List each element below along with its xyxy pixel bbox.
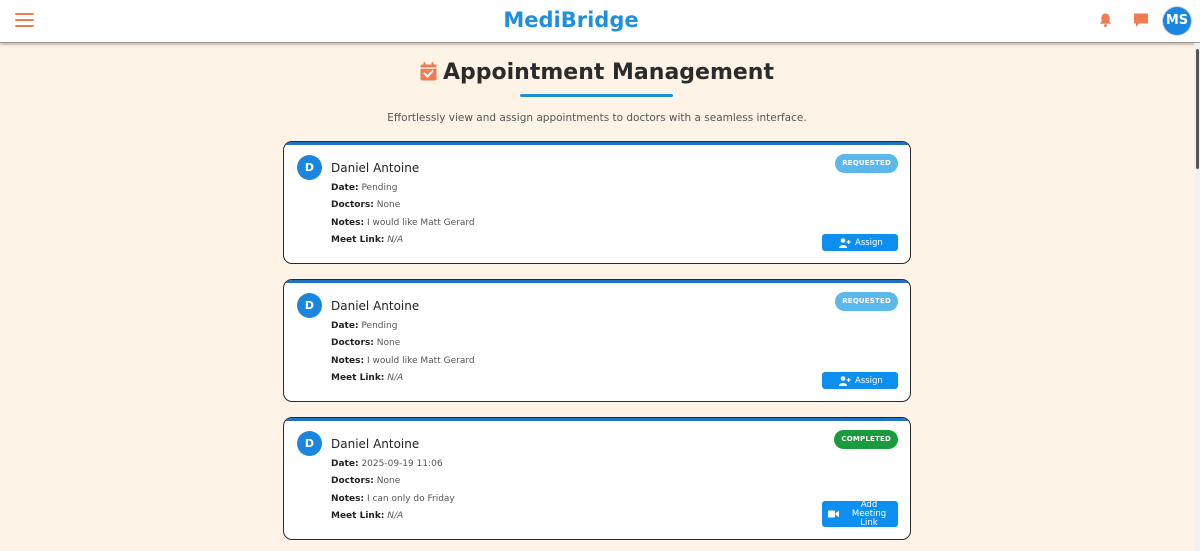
top-navbar: MediBridge MS: [0, 0, 1200, 43]
appointment-card: D Daniel Antoine REQUESTED Date: Pending…: [283, 141, 911, 264]
status-badge: REQUESTED: [835, 292, 898, 311]
user-plus-icon: [839, 375, 851, 386]
doctors-field: Doctors: None: [331, 338, 401, 348]
calendar-check-icon: [420, 62, 437, 81]
date-field: Date: 2025-09-19 11:06: [331, 459, 443, 469]
patient-name: Daniel Antoine: [331, 299, 420, 313]
bell-icon[interactable]: [1098, 12, 1113, 28]
meet-link-field: Meet Link: N/A: [331, 511, 404, 521]
user-plus-icon: [839, 237, 851, 248]
status-badge: COMPLETED: [834, 430, 898, 449]
patient-avatar: D: [297, 293, 322, 318]
appointment-card: D Daniel Antoine COMPLETED Date: 2025-09…: [283, 417, 911, 540]
assign-button[interactable]: Assign: [822, 234, 898, 251]
meet-link-field: Meet Link: N/A: [331, 373, 404, 383]
notes-field: Notes: I would like Matt Gerard: [331, 218, 475, 228]
patient-name: Daniel Antoine: [331, 437, 420, 451]
patient-name: Daniel Antoine: [331, 161, 420, 175]
patient-avatar: D: [297, 431, 322, 456]
page-header: Appointment Management: [0, 60, 1194, 85]
assign-button[interactable]: Assign: [822, 372, 898, 389]
date-field: Date: Pending: [331, 321, 398, 331]
add-meeting-link-button[interactable]: Add Meeting Link: [822, 499, 898, 528]
doctors-field: Doctors: None: [331, 200, 401, 210]
doctors-field: Doctors: None: [331, 476, 401, 486]
status-badge: REQUESTED: [835, 154, 898, 173]
video-camera-icon: [828, 510, 839, 518]
patient-avatar: D: [297, 155, 322, 180]
add-meeting-link-label-line1: Add Meeting: [851, 499, 887, 519]
date-field: Date: Pending: [331, 183, 398, 193]
page-scrollbar[interactable]: [1194, 43, 1200, 551]
add-meeting-link-label-line2: Link: [860, 517, 878, 528]
chat-bubble-icon[interactable]: [1133, 12, 1149, 28]
notes-field: Notes: I can only do Friday: [331, 494, 455, 504]
brand-logo-text[interactable]: MediBridge: [0, 8, 1142, 32]
title-underline: [520, 94, 673, 97]
notes-field: Notes: I would like Matt Gerard: [331, 356, 475, 366]
scrollbar-thumb[interactable]: [1196, 49, 1199, 169]
appointment-card: D Daniel Antoine REQUESTED Date: Pending…: [283, 279, 911, 402]
user-avatar[interactable]: MS: [1163, 7, 1191, 35]
meet-link-field: Meet Link: N/A: [331, 235, 404, 245]
page-title: Appointment Management: [443, 60, 774, 85]
page-subtitle: Effortlessly view and assign appointment…: [387, 112, 807, 124]
